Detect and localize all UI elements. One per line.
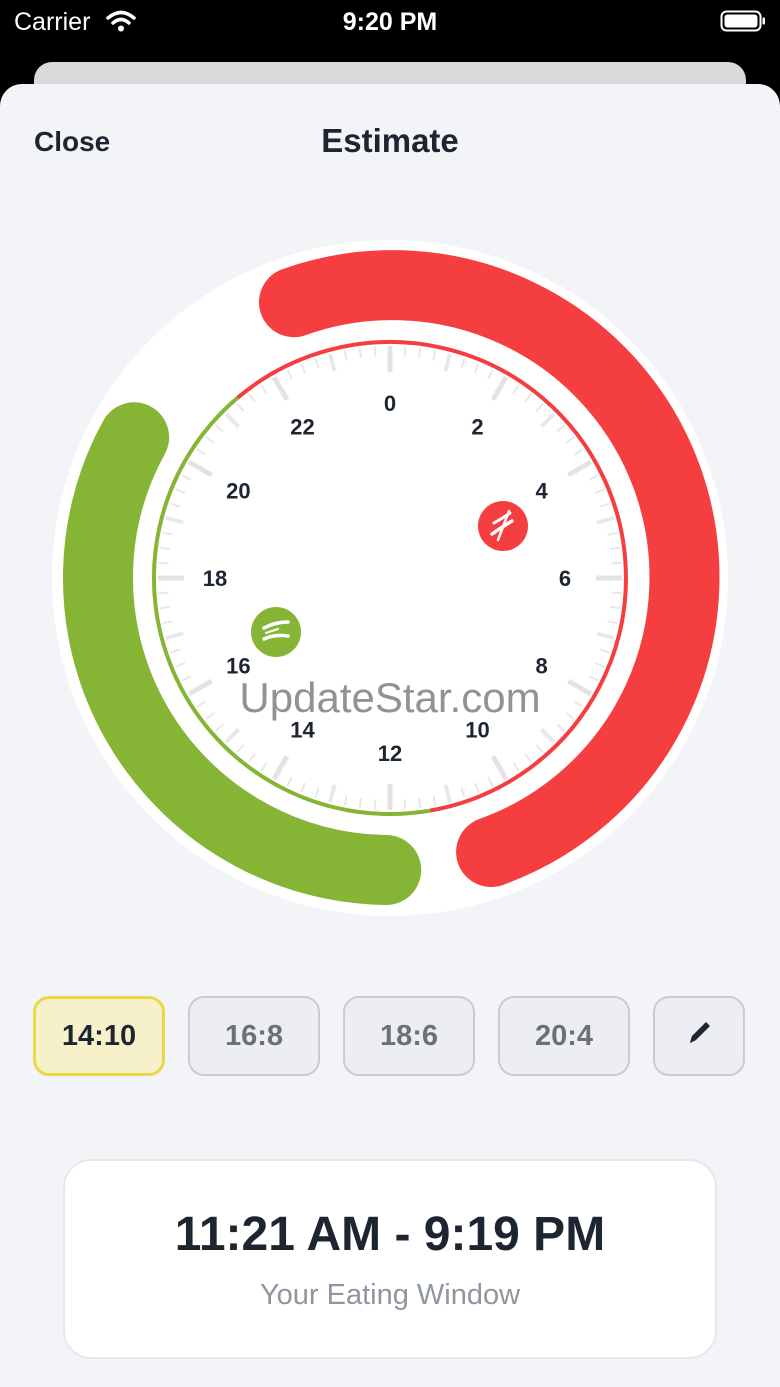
dial-tick (418, 347, 422, 359)
dial-hour-label: 18 (203, 566, 227, 591)
eating-window-range: 11:21 AM - 9:19 PM (174, 1208, 606, 1261)
pencil-icon (682, 1015, 716, 1057)
dial-tick (358, 797, 362, 809)
dial-hour-label: 20 (226, 479, 250, 504)
dial-tick (373, 346, 377, 357)
dial-hour-label: 12 (378, 741, 402, 766)
preset-18-6-button[interactable]: 18:6 (343, 996, 475, 1076)
dial-tick (609, 546, 621, 550)
dial-tick (373, 799, 377, 810)
status-time: 9:20 PM (342, 8, 438, 36)
preset-14-10-button[interactable]: 14:10 (33, 996, 165, 1076)
dial-hour-label: 2 (471, 414, 483, 439)
fasting-start-marker[interactable] (478, 501, 528, 551)
dial-tick (159, 606, 171, 610)
dial-tick (611, 591, 622, 595)
dial-hour-label: 14 (290, 718, 315, 743)
preset-20-4-button[interactable]: 20:4 (498, 996, 630, 1076)
dial-hour-label: 4 (535, 479, 548, 504)
dial-tick (403, 799, 407, 810)
dial-tick (358, 347, 362, 359)
dial-hour-label: 16 (226, 654, 250, 679)
dial-tick (611, 561, 622, 565)
estimate-sheet: Close Estimate 0 2 4 6 8 10 12 14 16 18 20 22 1 (0, 84, 780, 1387)
fasting-presets: 14:10 16:8 18:6 20:4 (0, 996, 780, 1080)
dial-tick (158, 591, 169, 595)
fasting-clock-dial[interactable]: 0 2 4 6 8 10 12 14 16 18 20 22 (0, 84, 780, 964)
dial-tick (609, 606, 621, 610)
custom-preset-button[interactable] (653, 996, 745, 1076)
preset-16-8-button[interactable]: 16:8 (188, 996, 320, 1076)
eating-window-label: Your Eating Window (259, 1279, 521, 1311)
dial-tick (418, 797, 422, 809)
dial-hour-label: 0 (384, 391, 396, 416)
battery-icon (720, 10, 766, 32)
dial-hour-label: 6 (559, 566, 571, 591)
dial-hour-label: 10 (465, 718, 489, 743)
dial-tick (403, 346, 407, 357)
dial-tick (159, 546, 171, 550)
dial-hour-label: 8 (535, 654, 547, 679)
eating-window-card: 11:21 AM - 9:19 PM Your Eating Window (63, 1159, 717, 1359)
eating-start-marker[interactable] (251, 607, 301, 657)
status-bar: Carrier 9:20 PM (0, 0, 780, 44)
dial-hour-label: 22 (290, 414, 314, 439)
dial-tick (158, 561, 169, 565)
